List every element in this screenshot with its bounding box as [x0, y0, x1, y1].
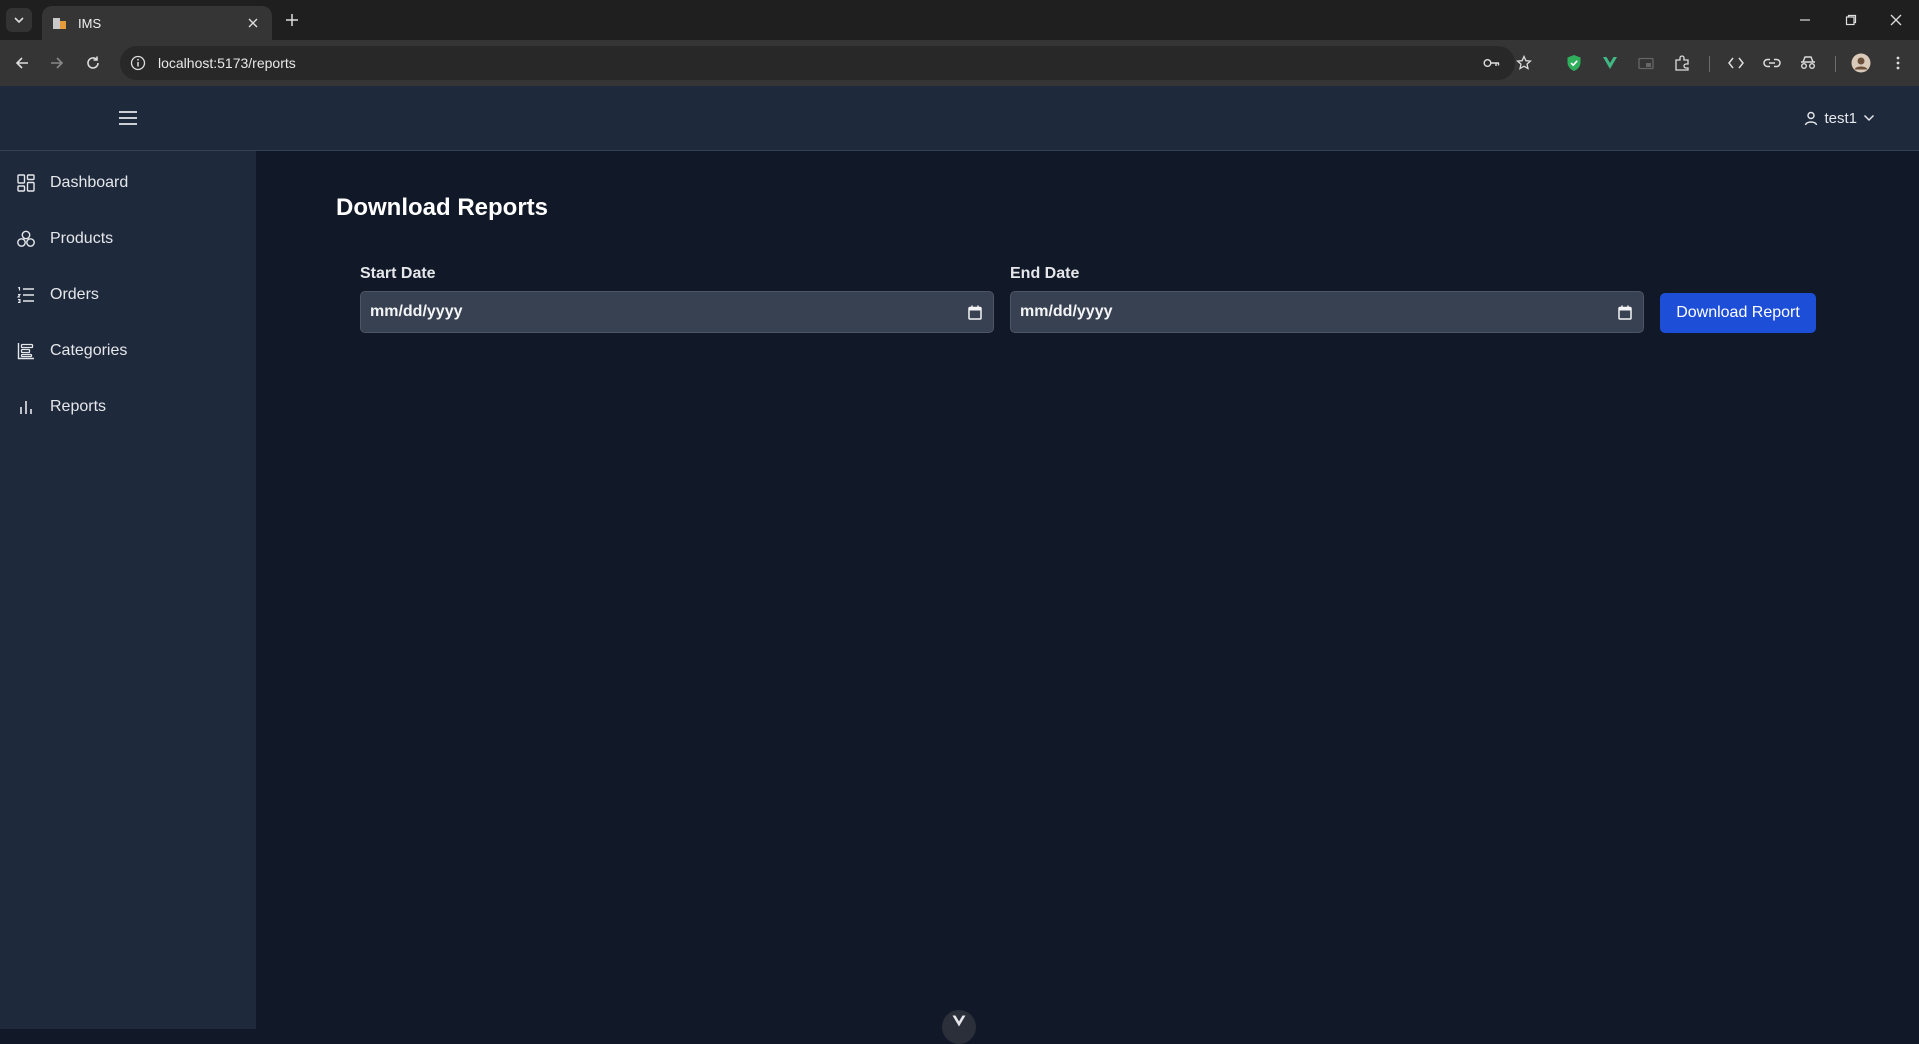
- page-title: Download Reports: [336, 194, 549, 221]
- sidebar: Dashboard Products Orders Categories Rep…: [0, 151, 256, 1029]
- user-name: test1: [1824, 109, 1857, 127]
- profile-avatar-icon[interactable]: [1849, 51, 1873, 75]
- tab-title: IMS: [78, 15, 102, 31]
- sidebar-item-dashboard[interactable]: Dashboard: [0, 161, 256, 205]
- sidebar-item-orders[interactable]: Orders: [0, 273, 256, 317]
- tab-search-button[interactable]: [6, 8, 32, 32]
- vue-devtools-toggle[interactable]: [942, 1010, 976, 1044]
- user-menu[interactable]: test1: [1804, 106, 1875, 130]
- incognito-icon[interactable]: [1796, 51, 1820, 75]
- user-icon: [1805, 111, 1818, 125]
- calendar-icon[interactable]: [966, 303, 984, 321]
- new-tab-button[interactable]: [282, 10, 302, 30]
- sidebar-item-label: Products: [50, 230, 114, 247]
- bookmark-star-icon[interactable]: [1512, 51, 1536, 75]
- end-date-label: End Date: [1010, 265, 1080, 282]
- minimize-button[interactable]: [1792, 8, 1818, 32]
- toolbar-divider: [1709, 56, 1710, 72]
- url-text: localhost:5173/reports: [158, 55, 296, 71]
- sidebar-item-label: Reports: [50, 398, 107, 415]
- sidebar-item-reports[interactable]: Reports: [0, 385, 256, 429]
- dashboard-icon: [16, 173, 36, 193]
- orders-icon: [16, 285, 36, 305]
- arrow-right-icon: [51, 57, 64, 69]
- download-report-button[interactable]: Download Report: [1660, 293, 1816, 333]
- close-icon: [1890, 14, 1902, 26]
- reload-icon: [87, 56, 99, 69]
- main-content: Download Reports Start Date mm/dd/yyyy E…: [256, 151, 1919, 1029]
- browser-tab-strip: IMS: [0, 0, 1919, 40]
- end-date-input[interactable]: mm/dd/yyyy: [1010, 291, 1644, 333]
- cast-extension-icon[interactable]: [1634, 51, 1658, 75]
- start-date-label: Start Date: [360, 265, 436, 282]
- sidebar-item-label: Orders: [50, 286, 99, 303]
- app-header: test1: [0, 86, 1919, 151]
- sidebar-item-label: Dashboard: [50, 174, 129, 191]
- back-button[interactable]: [10, 51, 34, 75]
- forward-button[interactable]: [45, 51, 69, 75]
- sidebar-item-categories[interactable]: Categories: [0, 329, 256, 373]
- plus-icon: [286, 14, 298, 26]
- chevron-down-icon: [1863, 114, 1875, 122]
- code-icon[interactable]: [1724, 51, 1748, 75]
- restore-icon: [1845, 14, 1857, 26]
- browser-menu-icon[interactable]: [1886, 51, 1910, 75]
- reload-button[interactable]: [81, 51, 105, 75]
- sidebar-item-products[interactable]: Products: [0, 217, 256, 261]
- browser-toolbar: localhost:5173/reports: [0, 40, 1919, 86]
- favicon-icon: [53, 18, 66, 29]
- restore-button[interactable]: [1838, 8, 1864, 32]
- start-date-input[interactable]: mm/dd/yyyy: [360, 291, 994, 333]
- close-window-button[interactable]: [1883, 8, 1909, 32]
- arrow-left-icon: [15, 57, 28, 69]
- menu-toggle-button[interactable]: [116, 106, 140, 130]
- address-bar[interactable]: localhost:5173/reports: [120, 46, 1515, 80]
- end-date-placeholder: mm/dd/yyyy: [1020, 303, 1113, 320]
- password-key-icon[interactable]: [1480, 51, 1504, 75]
- calendar-icon[interactable]: [1616, 303, 1634, 321]
- minimize-icon: [1800, 19, 1810, 21]
- products-icon: [16, 229, 36, 249]
- sidebar-item-label: Categories: [50, 342, 128, 359]
- browser-tab[interactable]: IMS: [42, 6, 272, 40]
- start-date-placeholder: mm/dd/yyyy: [370, 303, 463, 320]
- categories-icon: [16, 341, 36, 361]
- site-info-icon[interactable]: [130, 55, 146, 71]
- close-tab-icon[interactable]: [244, 14, 262, 32]
- bar-chart-icon: [16, 397, 36, 417]
- shield-extension-icon[interactable]: [1562, 51, 1586, 75]
- chevron-down-icon: [14, 17, 24, 24]
- link-icon[interactable]: [1760, 51, 1784, 75]
- hamburger-icon: [119, 111, 137, 125]
- toolbar-divider: [1835, 56, 1836, 72]
- vue-logo-icon: [952, 1015, 966, 1027]
- vue-extension-icon[interactable]: [1598, 51, 1622, 75]
- extensions-puzzle-icon[interactable]: [1670, 51, 1694, 75]
